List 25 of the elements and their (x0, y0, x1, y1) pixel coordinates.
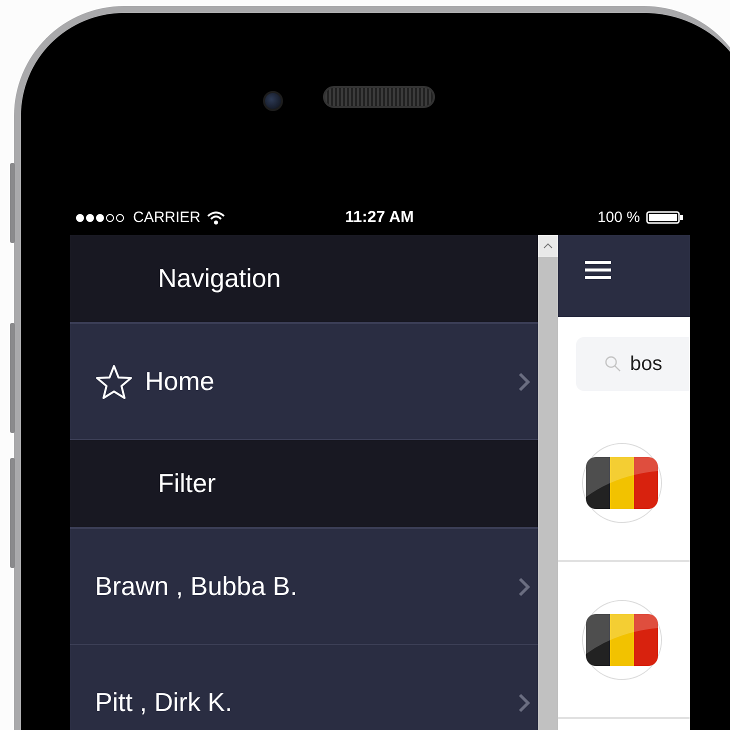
camera-icon (263, 91, 283, 111)
flag-icon (586, 614, 658, 666)
wifi-icon (206, 210, 225, 224)
menu-icon[interactable] (585, 260, 611, 280)
menu-item[interactable]: Home (70, 324, 538, 440)
flag-icon (586, 456, 658, 508)
signal-icon (75, 212, 127, 222)
chevron-right-icon (518, 576, 530, 596)
carrier-label: CARRIER (133, 209, 201, 226)
battery-percent: 100 % (597, 209, 640, 226)
menu-item[interactable]: Pitt , Dirk K. (70, 645, 538, 730)
status-time: 11:27 AM (345, 208, 414, 226)
chevron-right-icon (518, 372, 530, 392)
menu-item-label: Home (145, 366, 216, 397)
menu-item-label: Brawn , Bubba B. (95, 571, 298, 602)
search-field[interactable]: bos (630, 352, 690, 376)
battery-icon (646, 211, 684, 224)
scroll-up-button[interactable] (538, 235, 558, 257)
menu-item-label: Pitt , Dirk K. (95, 687, 234, 718)
caret-up-icon (543, 243, 553, 249)
menu-item[interactable]: Brawn , Bubba B. (70, 529, 538, 645)
section-title: Navigation (158, 263, 281, 294)
section-title: Filter (158, 468, 216, 499)
chevron-right-icon (518, 692, 530, 712)
scrollbar[interactable] (538, 235, 558, 730)
